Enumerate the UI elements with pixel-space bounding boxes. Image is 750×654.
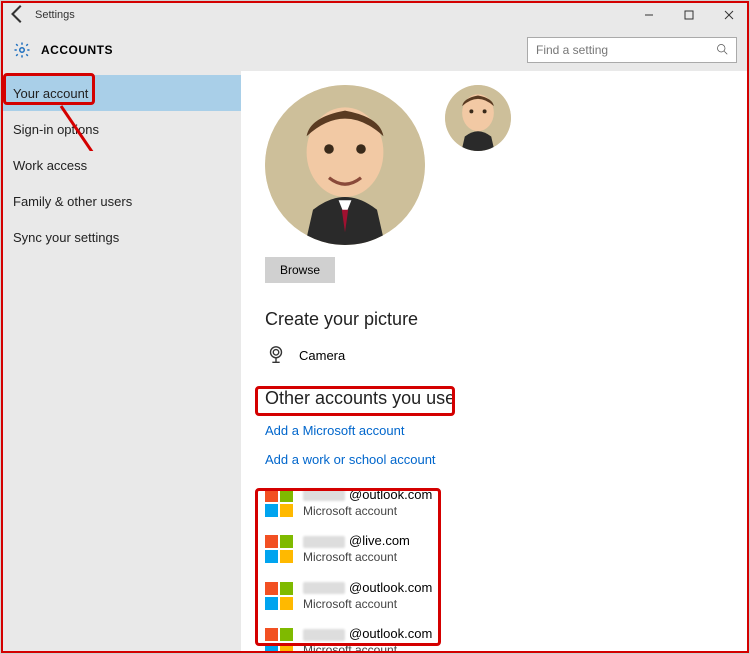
account-item[interactable]: @live.com Microsoft account <box>265 533 725 565</box>
search-placeholder: Find a setting <box>536 43 716 57</box>
search-icon <box>716 43 728 58</box>
create-picture-title: Create your picture <box>265 309 725 330</box>
account-item[interactable]: @outlook.com Microsoft account <box>265 626 725 654</box>
microsoft-logo-icon <box>265 628 293 654</box>
page-title: ACCOUNTS <box>41 43 527 57</box>
avatar-small[interactable] <box>445 85 511 151</box>
redacted-username <box>303 629 345 641</box>
browse-button[interactable]: Browse <box>265 257 335 283</box>
redacted-username <box>303 582 345 594</box>
content-pane: Browse Create your picture Camera Other … <box>241 71 749 654</box>
search-input[interactable]: Find a setting <box>527 37 737 63</box>
microsoft-logo-icon <box>265 489 293 517</box>
microsoft-logo-icon <box>265 535 293 563</box>
minimize-button[interactable] <box>629 1 669 29</box>
titlebar: Settings <box>1 1 749 29</box>
sidebar-item-your-account[interactable]: Your account <box>1 75 241 111</box>
back-button[interactable] <box>7 3 29 28</box>
page-header: ACCOUNTS Find a setting <box>1 29 749 71</box>
redacted-username <box>303 536 345 548</box>
camera-icon <box>265 344 287 366</box>
window-title: Settings <box>29 9 75 21</box>
account-item[interactable]: @outlook.com Microsoft account <box>265 487 725 519</box>
camera-option[interactable]: Camera <box>265 344 725 366</box>
account-item[interactable]: @outlook.com Microsoft account <box>265 580 725 612</box>
add-microsoft-account-link[interactable]: Add a Microsoft account <box>265 423 725 438</box>
sidebar-item-sync-settings[interactable]: Sync your settings <box>1 219 241 255</box>
camera-label: Camera <box>299 348 345 363</box>
microsoft-logo-icon <box>265 582 293 610</box>
account-list: @outlook.com Microsoft account @live.com… <box>265 487 725 654</box>
add-work-school-account-link[interactable]: Add a work or school account <box>265 452 725 467</box>
sidebar-item-family-users[interactable]: Family & other users <box>1 183 241 219</box>
close-button[interactable] <box>709 1 749 29</box>
other-accounts-title: Other accounts you use <box>265 388 725 409</box>
sidebar-item-signin-options[interactable]: Sign-in options <box>1 111 241 147</box>
maximize-button[interactable] <box>669 1 709 29</box>
redacted-username <box>303 489 345 501</box>
avatar-large[interactable] <box>265 85 425 245</box>
sidebar-item-work-access[interactable]: Work access <box>1 147 241 183</box>
sidebar: Your account Sign-in options Work access… <box>1 71 241 654</box>
gear-icon <box>13 41 31 59</box>
